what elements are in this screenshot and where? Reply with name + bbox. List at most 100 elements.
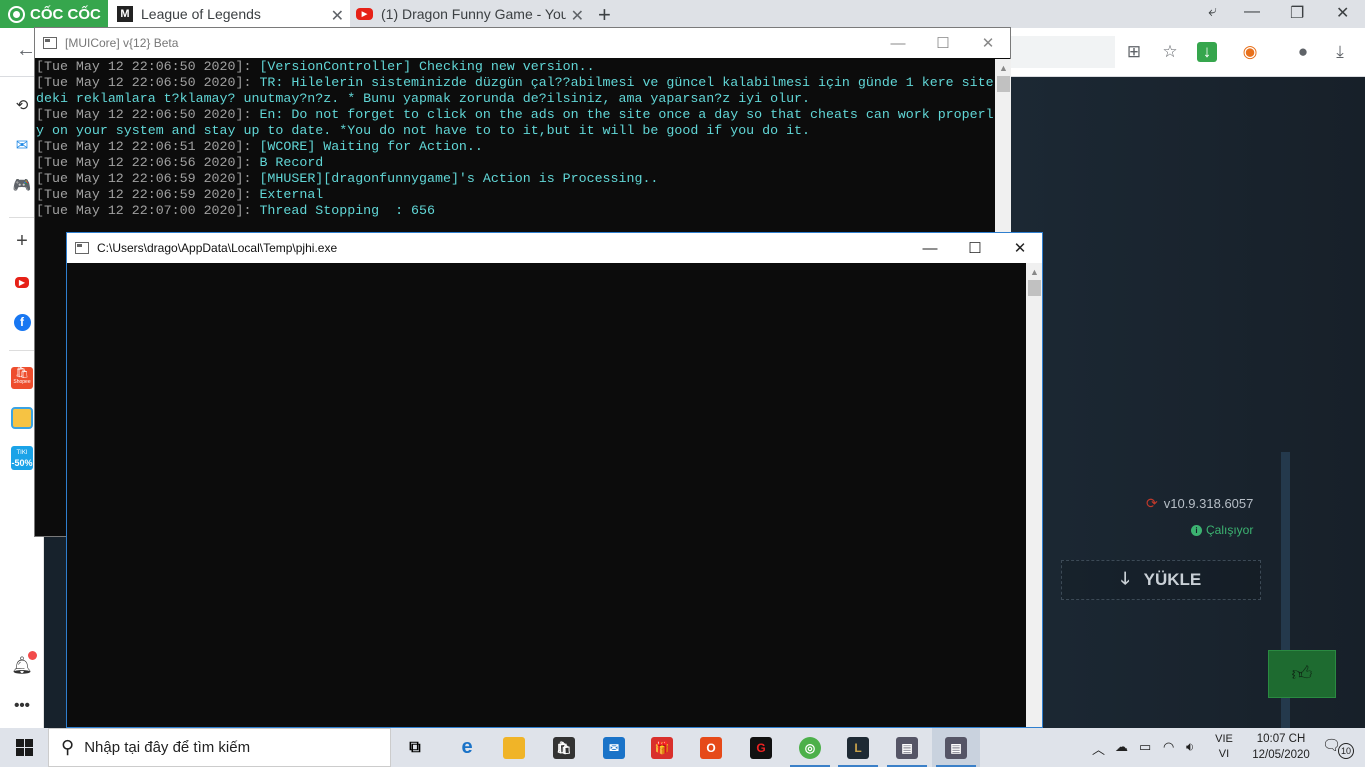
more-icon[interactable]: ••• bbox=[11, 694, 33, 716]
log-message: [WCORE] Waiting for Action.. bbox=[259, 139, 483, 154]
tab-close-icon[interactable]: ✕ bbox=[571, 6, 584, 26]
garena-icon[interactable]: G bbox=[737, 728, 785, 767]
timestamp: [Tue May 12 22:06:59 2020]: bbox=[36, 187, 260, 202]
maximize-icon[interactable]: ❐ bbox=[1290, 3, 1304, 23]
browser-logo-text: CỐC CỐC bbox=[30, 5, 101, 23]
messenger-icon[interactable]: ✉ bbox=[11, 134, 33, 156]
browser-tab-bar: CỐC CỐC M League of Legends ✕ ▶ (1) Drag… bbox=[0, 0, 1365, 28]
history-icon[interactable]: ⟲ bbox=[11, 94, 33, 116]
add-icon[interactable]: + bbox=[11, 230, 33, 252]
profile-icon[interactable]: ● bbox=[1293, 42, 1313, 62]
console-app-icon bbox=[43, 37, 57, 49]
translate-icon[interactable]: ⊞ bbox=[1124, 42, 1144, 62]
status-text: Çalışıyor bbox=[1206, 523, 1254, 537]
shopee-icon[interactable]: 🛍 Shopee bbox=[11, 367, 33, 389]
timestamp: [Tue May 12 22:06:50 2020]: bbox=[36, 107, 260, 122]
console-line: [Tue May 12 22:06:50 2020]: [VersionCont… bbox=[36, 59, 995, 75]
clock[interactable]: 10:07 CH 12/05/2020 bbox=[1250, 731, 1312, 763]
console-line: [Tue May 12 22:06:56 2020]: B Record bbox=[36, 155, 995, 171]
tab-youtube[interactable]: ▶ (1) Dragon Funny Game - You ✕ bbox=[350, 0, 590, 28]
restore-tabs-icon[interactable]: ⤶ bbox=[1208, 3, 1217, 21]
log-message: [MHUSER][dragonfunnygame]'s Action is Pr… bbox=[259, 171, 659, 186]
windows-logo-icon bbox=[15, 739, 33, 756]
volume-icon[interactable]: 🔉︎ bbox=[1186, 739, 1194, 755]
maximize-icon[interactable]: ☐ bbox=[960, 237, 990, 259]
install-button-label: YÜKLE bbox=[1143, 570, 1202, 589]
coccoc-taskbar-icon[interactable]: ◎ bbox=[786, 728, 834, 767]
onedrive-icon[interactable]: ☁ bbox=[1115, 739, 1128, 755]
scroll-up-icon[interactable]: ▲ bbox=[1026, 263, 1043, 280]
like-button[interactable]: 👍︎ bbox=[1268, 650, 1336, 698]
store-icon[interactable]: 🛍 bbox=[540, 728, 588, 767]
minimize-icon[interactable]: — bbox=[1244, 3, 1260, 21]
game-icon[interactable]: 🎮 bbox=[11, 174, 33, 196]
console-window-pjhi[interactable]: C:\Users\drago\AppData\Local\Temp\pjhi.e… bbox=[66, 232, 1043, 728]
address-bar[interactable] bbox=[1010, 36, 1115, 68]
console-line: [Tue May 12 22:06:50 2020]: TR: Hileleri… bbox=[36, 75, 995, 107]
mobalytics-favicon-icon: M bbox=[117, 6, 133, 22]
minimize-icon[interactable]: — bbox=[883, 32, 913, 54]
status-info: i Çalışıyor bbox=[1191, 523, 1253, 537]
youtube-favicon-icon: ▶ bbox=[356, 8, 373, 20]
back-arrow-icon[interactable]: ← bbox=[16, 39, 36, 62]
game-app-icon[interactable] bbox=[11, 407, 33, 429]
battery-icon[interactable]: ▭ bbox=[1139, 739, 1151, 755]
tab-league-of-legends[interactable]: M League of Legends ✕ bbox=[108, 0, 350, 28]
install-button[interactable]: 🡓 YÜKLE bbox=[1061, 560, 1261, 600]
tiki-badge: -50% bbox=[11, 458, 33, 468]
console-line: [Tue May 12 22:06:59 2020]: [MHUSER][dra… bbox=[36, 171, 995, 187]
gift-icon[interactable]: 🎁 bbox=[638, 728, 686, 767]
facebook-icon[interactable]: f bbox=[11, 311, 33, 333]
start-button[interactable] bbox=[0, 728, 48, 767]
window-title: [MUICore] v{12} Beta bbox=[65, 36, 179, 50]
sidebar-divider bbox=[9, 350, 35, 351]
savior-download-icon[interactable]: ↓ bbox=[1197, 42, 1217, 62]
coccoc-extension-icon[interactable]: ◉ bbox=[1240, 42, 1260, 62]
bookmark-star-icon[interactable]: ☆ bbox=[1160, 42, 1180, 62]
version-text: v10.9.318.6057 bbox=[1163, 496, 1254, 511]
close-icon[interactable]: ✕ bbox=[973, 32, 1003, 54]
office-icon[interactable]: O bbox=[687, 728, 735, 767]
scroll-thumb[interactable] bbox=[997, 76, 1010, 92]
league-icon[interactable]: L bbox=[834, 728, 882, 767]
taskbar-search-box[interactable]: ⚲ Nhập tại đây để tìm kiếm bbox=[48, 728, 391, 767]
wifi-icon[interactable]: ◠ bbox=[1163, 739, 1174, 755]
notification-dot bbox=[28, 651, 37, 660]
maximize-icon[interactable]: ☐ bbox=[928, 32, 958, 54]
tab-close-icon[interactable]: ✕ bbox=[331, 6, 344, 26]
coccoc-menu-button[interactable]: CỐC CỐC bbox=[0, 0, 108, 28]
youtube-icon[interactable]: ▶ bbox=[11, 271, 33, 293]
console-line: [Tue May 12 22:06:50 2020]: En: Do not f… bbox=[36, 107, 995, 139]
console-icon[interactable]: ▤ bbox=[883, 728, 931, 767]
downloads-icon[interactable]: ⤓ bbox=[1330, 42, 1350, 62]
close-icon[interactable]: ✕ bbox=[1005, 237, 1035, 259]
vertical-scrollbar[interactable]: ▲ bbox=[1026, 263, 1042, 727]
log-message: Thread Stopping : 656 bbox=[259, 203, 435, 218]
tiki-icon[interactable]: TIKI -50% bbox=[11, 446, 33, 470]
window-title-bar[interactable]: C:\Users\drago\AppData\Local\Temp\pjhi.e… bbox=[67, 233, 1042, 263]
task-view-icon[interactable]: ⧉ bbox=[391, 728, 439, 767]
console-icon[interactable]: ▤ bbox=[932, 728, 980, 767]
version-info: ⟳ v10.9.318.6057 bbox=[1146, 495, 1253, 512]
chevron-up-icon[interactable]: ︿ bbox=[1092, 739, 1105, 758]
log-message: [VersionController] Checking new version… bbox=[259, 59, 595, 74]
close-icon[interactable]: ✕ bbox=[1336, 3, 1349, 23]
taskbar: ⚲ Nhập tại đây để tìm kiếm ⧉ e 🛍 ✉ 🎁 O G… bbox=[0, 728, 1365, 767]
new-tab-button[interactable]: + bbox=[598, 2, 611, 28]
window-title-bar[interactable]: [MUICore] v{12} Beta — ☐ ✕ bbox=[35, 28, 1010, 58]
action-center-icon[interactable]: 🗨︎ 10 bbox=[1322, 736, 1354, 759]
notification-count: 10 bbox=[1338, 743, 1354, 759]
bell-icon[interactable]: 🔔︎ bbox=[11, 651, 37, 677]
timestamp: [Tue May 12 22:06:50 2020]: bbox=[36, 59, 260, 74]
mail-icon[interactable]: ✉ bbox=[590, 728, 638, 767]
shopee-label: Shopee bbox=[13, 379, 31, 385]
console-line: [Tue May 12 22:06:51 2020]: [WCORE] Wait… bbox=[36, 139, 995, 155]
minimize-icon[interactable]: — bbox=[915, 237, 945, 259]
input-language[interactable]: VIE VI bbox=[1212, 732, 1236, 762]
log-message: B Record bbox=[259, 155, 324, 170]
edge-icon[interactable]: e bbox=[443, 728, 491, 767]
scroll-thumb[interactable] bbox=[1028, 280, 1041, 296]
scroll-up-icon[interactable]: ▲ bbox=[995, 59, 1012, 76]
log-message: External bbox=[259, 187, 324, 202]
file-explorer-icon[interactable] bbox=[490, 728, 538, 767]
